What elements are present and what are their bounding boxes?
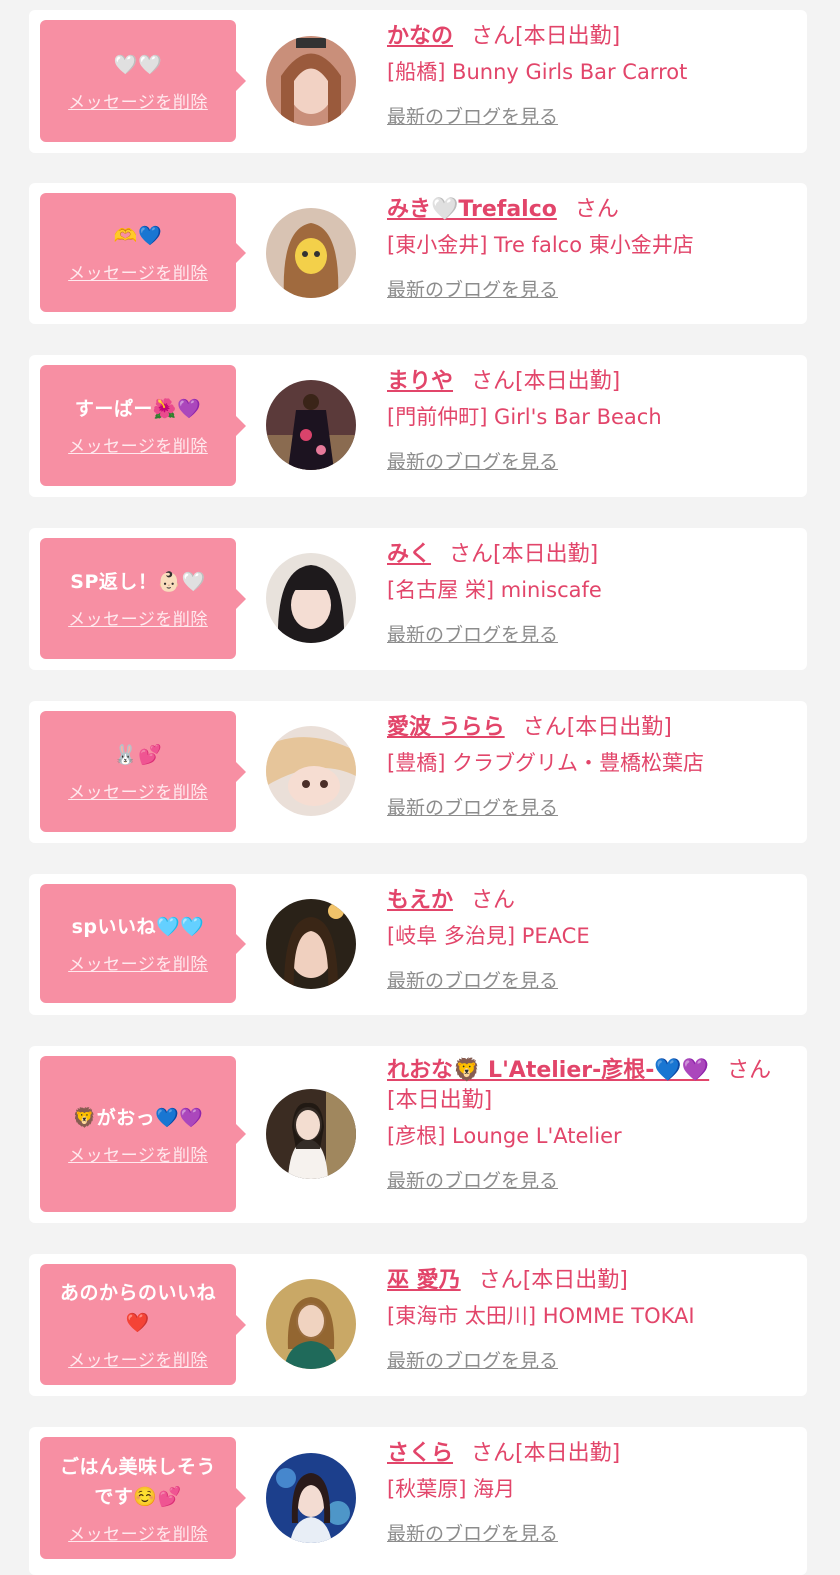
- profile-info: さくら さん[本日出勤] [秋葉原] 海月 最新のブログを見る: [387, 1439, 795, 1546]
- message-bubble: 🤍🤍 メッセージを削除: [40, 20, 246, 142]
- delete-message-link[interactable]: メッセージを削除: [68, 1520, 208, 1545]
- latest-blog-link[interactable]: 最新のブログを見る: [387, 793, 558, 820]
- shop-name: [東小金井] Tre falco 東小金井店: [387, 233, 694, 257]
- list-item: 🦁がおっ💙💜 メッセージを削除 れおな🦁 L'Atelier-彦根-💙💜 さん […: [29, 1046, 807, 1223]
- profile-info: れおな🦁 L'Atelier-彦根-💙💜 さん [本日出勤] [彦根] Loung…: [387, 1056, 795, 1193]
- avatar[interactable]: [266, 1453, 356, 1543]
- profile-name-link[interactable]: みき🤍Trefalco: [387, 197, 557, 222]
- profile-name-link[interactable]: れおな🦁 L'Atelier-彦根-💙💜: [387, 1058, 709, 1083]
- profile-info: かなの さん[本日出勤] [船橋] Bunny Girls Bar Carrot …: [387, 22, 795, 129]
- delete-message-link[interactable]: メッセージを削除: [68, 259, 208, 284]
- message-bubble: SP返し！👶🏻🤍 メッセージを削除: [40, 538, 246, 659]
- honorific: さん: [471, 369, 516, 394]
- shop-name: [東海市 太田川] HOMME TOKAI: [387, 1304, 695, 1328]
- profile-name-link[interactable]: まりや: [387, 369, 453, 394]
- latest-blog-link[interactable]: 最新のブログを見る: [387, 1346, 558, 1373]
- latest-blog-link[interactable]: 最新のブログを見る: [387, 620, 558, 647]
- profile-name-link[interactable]: みく: [387, 542, 431, 567]
- list-item: spいいね🩵🩵 メッセージを削除 もえか さん [岐阜 多治見] PEACE 最新…: [29, 874, 807, 1015]
- list-item: 🐰💕 メッセージを削除 愛波 うらら さん[本日出勤] [豊橋] クラブグリム・豊…: [29, 701, 807, 843]
- shop-name: [秋葉原] 海月: [387, 1477, 516, 1501]
- message-text: すーぱー🌺💜: [74, 398, 202, 420]
- honorific: さん: [727, 1058, 772, 1083]
- message-text: 🐰💕: [113, 744, 163, 766]
- honorific: さん: [522, 715, 567, 740]
- latest-blog-link[interactable]: 最新のブログを見る: [387, 447, 558, 474]
- delete-message-link[interactable]: メッセージを削除: [68, 432, 208, 457]
- profile-name-link[interactable]: もえか: [387, 888, 453, 913]
- avatar[interactable]: [266, 553, 356, 643]
- status-badge: [本日出勤]: [515, 1441, 621, 1466]
- shop-name: [彦根] Lounge L'Atelier: [387, 1124, 622, 1148]
- avatar[interactable]: [266, 208, 356, 298]
- message-bubble: ごはん美味しそう です☺️💕 メッセージを削除: [40, 1437, 246, 1559]
- profile-info: 巫 愛乃 さん[本日出勤] [東海市 太田川] HOMME TOKAI 最新のブロ…: [387, 1266, 795, 1373]
- avatar[interactable]: [266, 1089, 356, 1179]
- delete-message-link[interactable]: メッセージを削除: [68, 778, 208, 803]
- list-item: すーぱー🌺💜 メッセージを削除 まりや さん[本日出勤] [門前仲町] Girl'…: [29, 355, 807, 497]
- delete-message-link[interactable]: メッセージを削除: [68, 950, 208, 975]
- shop-name: [名古屋 栄] miniscafe: [387, 578, 602, 602]
- message-text: 🫶💙: [113, 225, 163, 247]
- delete-message-link[interactable]: メッセージを削除: [68, 1141, 208, 1166]
- list-item: あのからのいいね ❤️ メッセージを削除 巫 愛乃 さん[本日出勤] [東海市 太…: [29, 1254, 807, 1396]
- message-bubble: すーぱー🌺💜 メッセージを削除: [40, 365, 246, 486]
- latest-blog-link[interactable]: 最新のブログを見る: [387, 102, 558, 129]
- shop-name: [豊橋] クラブグリム・豊橋松葉店: [387, 751, 705, 775]
- honorific: さん: [574, 197, 619, 222]
- honorific: さん: [478, 1268, 523, 1293]
- latest-blog-link[interactable]: 最新のブログを見る: [387, 275, 558, 302]
- delete-message-link[interactable]: メッセージを削除: [68, 605, 208, 630]
- profile-info: もえか さん [岐阜 多治見] PEACE 最新のブログを見る: [387, 886, 795, 993]
- profile-name-link[interactable]: 愛波 うらら: [387, 715, 505, 740]
- status-badge: [本日出勤]: [522, 1268, 628, 1293]
- honorific: さん: [449, 542, 494, 567]
- message-bubble: 🐰💕 メッセージを削除: [40, 711, 246, 832]
- avatar[interactable]: [266, 36, 356, 126]
- profile-name-link[interactable]: 巫 愛乃: [387, 1268, 461, 1293]
- message-bubble: 🫶💙 メッセージを削除: [40, 193, 246, 312]
- delete-message-link[interactable]: メッセージを削除: [68, 1346, 208, 1371]
- message-text: SP返し！👶🏻🤍: [70, 571, 206, 593]
- honorific: さん: [471, 888, 516, 913]
- message-text: 🤍🤍: [113, 53, 163, 76]
- list-item: 🫶💙 メッセージを削除 みき🤍Trefalco さん [東小金井] Tre fal…: [29, 183, 807, 324]
- status-badge: [本日出勤]: [515, 369, 621, 394]
- status-badge: [本日出勤]: [387, 1088, 493, 1113]
- status-badge: [本日出勤]: [566, 715, 672, 740]
- avatar[interactable]: [266, 1279, 356, 1369]
- honorific: さん: [471, 24, 516, 49]
- message-text: spいいね🩵🩵: [71, 916, 205, 938]
- list-item: ごはん美味しそう です☺️💕 メッセージを削除 さくら さん[本日出勤] [秋葉原…: [29, 1427, 807, 1575]
- avatar[interactable]: [266, 726, 356, 816]
- shop-name: [船橋] Bunny Girls Bar Carrot: [387, 60, 688, 84]
- profile-name-link[interactable]: かなの: [387, 24, 453, 49]
- list-item: 🤍🤍 メッセージを削除 かなの さん[本日出勤] [船橋] Bunny Girls…: [29, 10, 807, 153]
- message-bubble: あのからのいいね ❤️ メッセージを削除: [40, 1264, 246, 1385]
- list-item: SP返し！👶🏻🤍 メッセージを削除 みく さん[本日出勤] [名古屋 栄] min…: [29, 528, 807, 670]
- status-badge: [本日出勤]: [515, 24, 621, 49]
- message-text: 🦁がおっ💙💜: [72, 1106, 204, 1129]
- honorific: さん: [471, 1441, 516, 1466]
- status-badge: [本日出勤]: [493, 542, 599, 567]
- delete-message-link[interactable]: メッセージを削除: [68, 88, 208, 113]
- message-bubble: spいいね🩵🩵 メッセージを削除: [40, 884, 246, 1003]
- profile-info: 愛波 うらら さん[本日出勤] [豊橋] クラブグリム・豊橋松葉店 最新のブログを…: [387, 713, 795, 820]
- latest-blog-link[interactable]: 最新のブログを見る: [387, 1519, 558, 1546]
- avatar[interactable]: [266, 380, 356, 470]
- shop-name: [岐阜 多治見] PEACE: [387, 924, 590, 948]
- profile-name-link[interactable]: さくら: [387, 1441, 453, 1466]
- latest-blog-link[interactable]: 最新のブログを見る: [387, 1166, 558, 1193]
- shop-name: [門前仲町] Girl's Bar Beach: [387, 405, 662, 429]
- latest-blog-link[interactable]: 最新のブログを見る: [387, 966, 558, 993]
- message-text: あのからのいいね ❤️: [59, 1282, 216, 1334]
- profile-info: みく さん[本日出勤] [名古屋 栄] miniscafe 最新のブログを見る: [387, 540, 795, 647]
- profile-info: みき🤍Trefalco さん [東小金井] Tre falco 東小金井店 最新の…: [387, 195, 795, 302]
- avatar[interactable]: [266, 899, 356, 989]
- message-text: ごはん美味しそう です☺️💕: [59, 1455, 216, 1508]
- profile-info: まりや さん[本日出勤] [門前仲町] Girl's Bar Beach 最新のブ…: [387, 367, 795, 474]
- message-bubble: 🦁がおっ💙💜 メッセージを削除: [40, 1056, 246, 1212]
